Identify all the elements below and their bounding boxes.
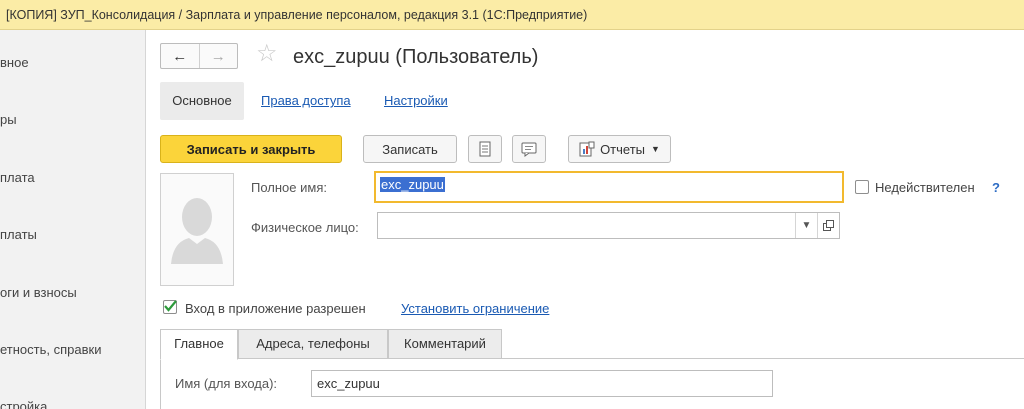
tab-panel: Имя (для входа): exc_zupuu bbox=[160, 360, 1024, 409]
person-input[interactable]: ▼ bbox=[377, 212, 840, 239]
login-name-value: exc_zupuu bbox=[317, 376, 380, 391]
chevron-down-icon: ▼ bbox=[651, 144, 660, 154]
tab-main[interactable]: Основное bbox=[160, 82, 244, 120]
favorite-star-icon[interactable]: ☆ bbox=[256, 42, 278, 66]
sidebar-item-main[interactable]: вное bbox=[0, 55, 29, 70]
tab-access-rights[interactable]: Права доступа bbox=[261, 82, 351, 120]
tab-comment[interactable]: Комментарий bbox=[388, 329, 502, 359]
login-name-label: Имя (для входа): bbox=[175, 376, 278, 391]
save-button[interactable]: Записать bbox=[363, 135, 457, 163]
help-icon[interactable]: ? bbox=[992, 180, 1000, 195]
sidebar-item-payments[interactable]: платы bbox=[0, 227, 37, 242]
reports-button[interactable]: Отчеты ▼ bbox=[568, 135, 671, 163]
check-icon bbox=[164, 300, 177, 312]
sidebar-item-taxes[interactable]: оги и взносы bbox=[0, 285, 77, 300]
set-restriction-link[interactable]: Установить ограничение bbox=[401, 301, 549, 316]
person-label: Физическое лицо: bbox=[251, 220, 359, 235]
sidebar: вное ры плата платы оги и взносы етность… bbox=[0, 30, 146, 409]
tab-addresses-phones[interactable]: Адреса, телефоны bbox=[238, 329, 388, 359]
window-title: [КОПИЯ] ЗУП_Консолидация / Зарплата и уп… bbox=[6, 8, 588, 22]
reports-label: Отчеты bbox=[600, 141, 645, 157]
full-name-input[interactable]: exc_zupuu bbox=[374, 171, 844, 203]
list-icon bbox=[479, 141, 491, 157]
back-button[interactable]: ← bbox=[161, 44, 199, 68]
sidebar-item-reports[interactable]: етность, справки bbox=[0, 342, 101, 357]
chevron-down-icon[interactable]: ▼ bbox=[795, 213, 817, 238]
full-name-label: Полное имя: bbox=[251, 180, 327, 195]
page-title: exc_zupuu (Пользователь) bbox=[293, 46, 539, 68]
window-titlebar: [КОПИЯ] ЗУП_Консолидация / Зарплата и уп… bbox=[0, 0, 1024, 30]
avatar-icon bbox=[171, 198, 223, 264]
sidebar-item-settings[interactable]: стройка bbox=[0, 399, 47, 409]
inactive-label: Недействителен bbox=[875, 180, 975, 195]
comment-button[interactable] bbox=[512, 135, 546, 163]
login-allowed-label: Вход в приложение разрешен bbox=[185, 301, 366, 316]
detail-tabs: Главное Адреса, телефоны Комментарий bbox=[160, 328, 1024, 360]
form-area: ← → ☆ exc_zupuu (Пользователь) Основное … bbox=[146, 30, 1024, 409]
report-icon bbox=[579, 141, 595, 157]
tab-settings[interactable]: Настройки bbox=[384, 82, 448, 120]
sidebar-item-personnel[interactable]: ры bbox=[0, 112, 17, 127]
comment-icon bbox=[521, 142, 537, 157]
open-icon[interactable] bbox=[817, 213, 839, 238]
save-and-close-button[interactable]: Записать и закрыть bbox=[160, 135, 342, 163]
forward-button[interactable]: → bbox=[198, 44, 238, 68]
user-photo[interactable] bbox=[160, 173, 234, 286]
login-name-input[interactable]: exc_zupuu bbox=[311, 370, 773, 397]
nav-buttons: ← → bbox=[160, 43, 238, 69]
inactive-checkbox[interactable] bbox=[855, 180, 869, 194]
document-list-button[interactable] bbox=[468, 135, 502, 163]
sidebar-item-salary[interactable]: плата bbox=[0, 170, 35, 185]
login-allowed-checkbox[interactable] bbox=[163, 300, 177, 314]
tab-general[interactable]: Главное bbox=[160, 329, 238, 360]
full-name-value: exc_zupuu bbox=[380, 177, 445, 192]
